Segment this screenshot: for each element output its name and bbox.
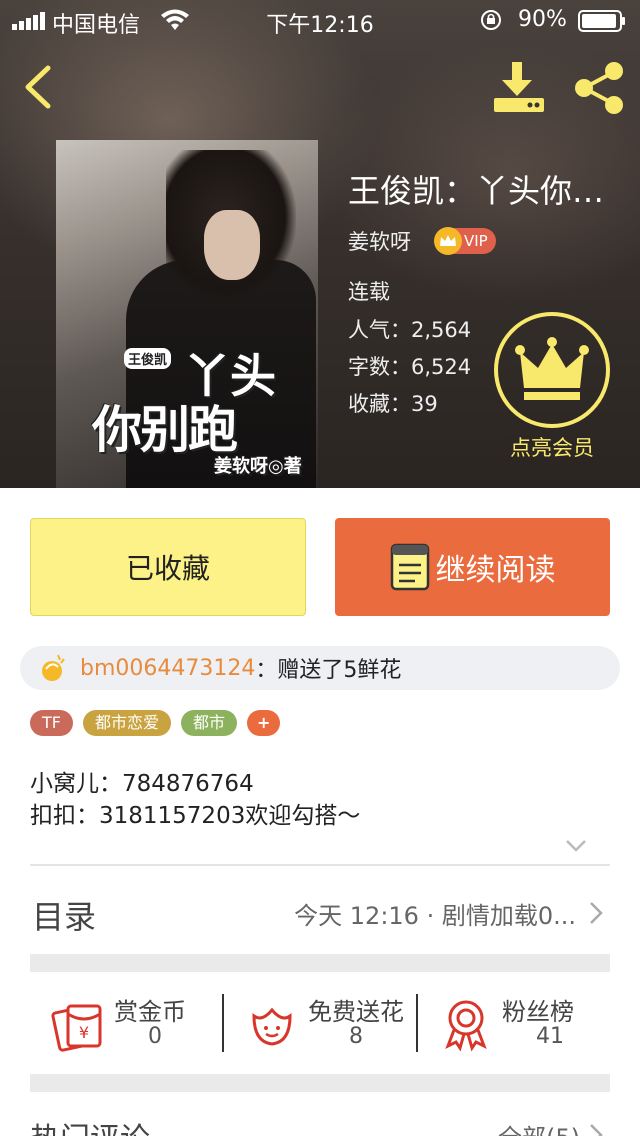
reward-coins-label: 赏金币 <box>114 998 186 1026</box>
vip-label: VIP <box>464 232 488 250</box>
medal-icon <box>445 1000 487 1052</box>
tag-item[interactable]: TF <box>30 710 73 736</box>
crown-icon <box>434 227 462 255</box>
toc-label: 目录 <box>32 898 97 936</box>
battery-percent: 90% <box>518 7 567 32</box>
book-intro: 小窝儿：784876764 扣扣：3181157203欢迎勾搭～ <box>30 768 360 832</box>
section-separator <box>30 954 610 972</box>
chevron-right-icon <box>590 902 603 924</box>
word-count-stat: 字数：6,524 <box>348 355 472 379</box>
status-bar: 中国电信 下午12:16 90% <box>0 0 640 40</box>
primary-actions: 已收藏 继续阅读 <box>30 518 610 616</box>
vip-badge: VIP <box>434 227 496 255</box>
crown-icon <box>515 337 589 400</box>
chevron-right-icon <box>590 1124 603 1136</box>
tag-item[interactable]: 都市恋爱 <box>82 710 171 736</box>
back-icon[interactable] <box>20 62 60 112</box>
cover-author: 姜软呀◎著 <box>214 456 302 477</box>
member-label[interactable]: 点亮会员 <box>500 432 604 462</box>
fan-ranking-button[interactable]: 粉丝榜 41 <box>418 988 608 1058</box>
gift-banner[interactable]: bm0064473124 ：赠送了5鲜花 <box>20 646 620 690</box>
popularity-stat: 人气：2,564 <box>348 318 472 342</box>
free-flower-label: 免费送花 <box>308 998 404 1026</box>
intro-line: 小窝儿：784876764 <box>30 771 254 797</box>
fan-ranking-count: 41 <box>536 1024 564 1049</box>
book-icon <box>390 543 429 591</box>
reward-actions: ¥ 赏金币 0 免费送花 8 粉丝榜 41 <box>30 988 610 1058</box>
book-cover[interactable]: 王俊凯 丫头 你别跑 姜软呀◎著 <box>56 140 318 488</box>
hot-comments-header[interactable]: 热门评论 全部(5) <box>30 1110 610 1136</box>
intro-line: 扣扣：3181157203欢迎勾搭～ <box>30 803 361 829</box>
continue-reading-label: 继续阅读 <box>435 553 556 588</box>
hot-comments-label: 热门评论 <box>30 1114 150 1136</box>
book-title: 王俊凯：丫头你… <box>348 172 605 210</box>
tag-item[interactable]: 都市 <box>181 710 238 736</box>
divider <box>30 864 610 866</box>
favorite-button[interactable]: 已收藏 <box>30 518 306 616</box>
toc-latest-chapter: 今天 12:16 · 剧情加载0... <box>294 902 576 930</box>
tag-list: TF 都市恋爱 都市 + <box>30 710 281 736</box>
reward-coins-count: 0 <box>148 1024 162 1049</box>
fan-ranking-label: 粉丝榜 <box>502 998 574 1026</box>
continue-reading-button[interactable]: 继续阅读 <box>335 518 610 616</box>
share-icon[interactable] <box>570 60 628 116</box>
free-flower-button[interactable]: 免费送花 8 <box>224 988 414 1058</box>
flower-icon <box>252 1007 292 1046</box>
gift-user[interactable]: bm0064473124 <box>80 656 255 681</box>
svg-text:¥: ¥ <box>79 1023 89 1042</box>
battery-icon <box>578 10 625 32</box>
toc-row[interactable]: 目录 今天 12:16 · 剧情加载0... <box>30 884 610 940</box>
author-name[interactable]: 姜软呀 <box>348 226 411 256</box>
all-comments-link[interactable]: 全部(5) <box>498 1118 580 1136</box>
section-separator <box>30 1074 610 1092</box>
rotation-lock-icon <box>481 10 501 30</box>
red-envelope-icon: ¥ <box>51 1004 102 1052</box>
book-header: 中国电信 下午12:16 90% 王俊凯 丫头 你别跑 姜软呀◎著 王俊凯：丫头… <box>0 0 640 488</box>
favorites-stat: 收藏：39 <box>348 392 438 416</box>
reward-coins-button[interactable]: ¥ 赏金币 0 <box>30 988 220 1058</box>
chevron-down-icon[interactable] <box>564 838 588 854</box>
download-icon[interactable] <box>490 60 548 116</box>
free-flower-count: 8 <box>349 1024 363 1049</box>
cover-small-title: 王俊凯 <box>124 348 172 369</box>
member-crown-button[interactable] <box>494 312 610 428</box>
applause-icon <box>42 654 65 681</box>
gift-message: ：赠送了5鲜花 <box>255 658 402 683</box>
serial-status: 连载 <box>348 280 390 304</box>
add-tag-button[interactable]: + <box>247 710 281 736</box>
